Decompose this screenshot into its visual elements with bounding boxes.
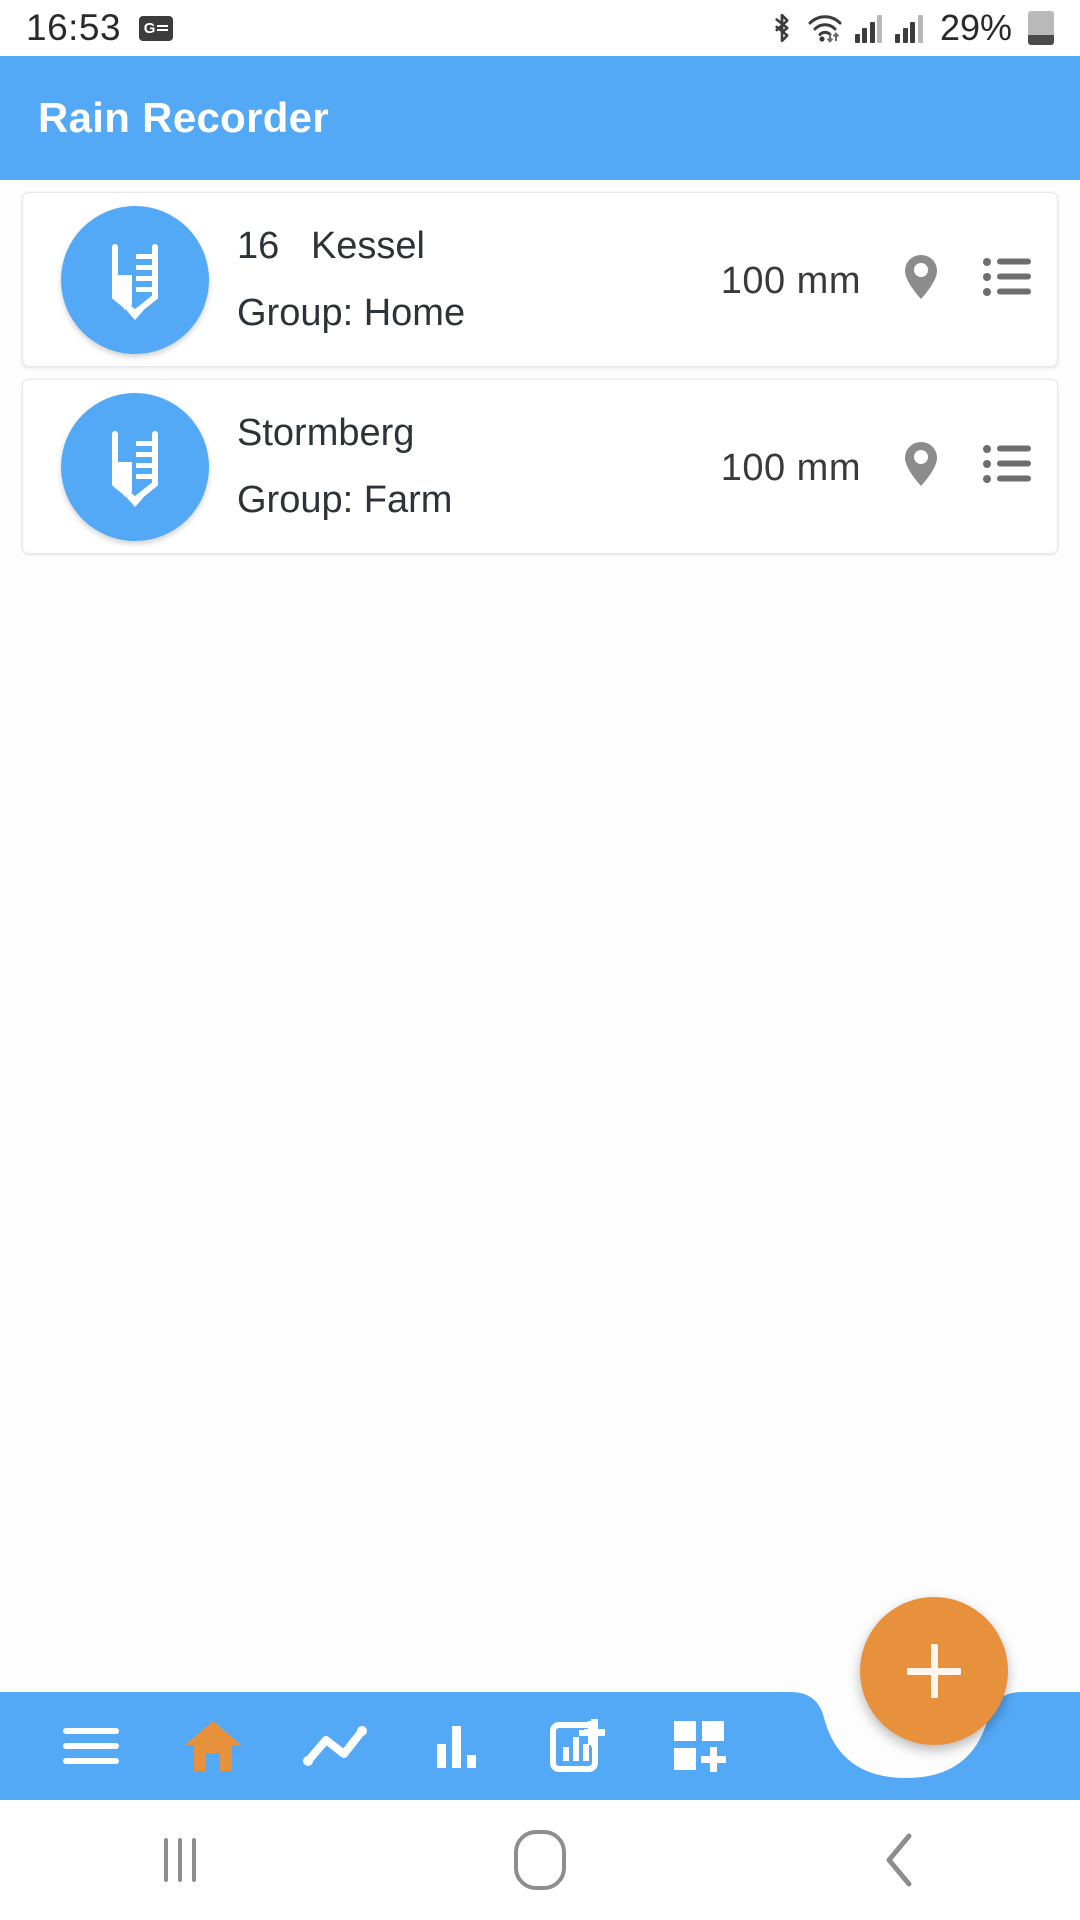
list-item-actions: 100 mm <box>721 251 1033 309</box>
list-item-text: 16 Kessel Group: Home <box>237 225 721 335</box>
signal-sim1-icon <box>854 13 883 43</box>
list-item-actions: 100 mm <box>721 438 1033 496</box>
bar-chart-icon <box>437 1726 476 1768</box>
home-icon <box>185 1721 241 1771</box>
app-bar: Rain Recorder <box>0 56 1080 180</box>
plus-icon <box>907 1644 961 1698</box>
wifi-icon <box>808 13 842 43</box>
status-bar-left: 16:53 G <box>26 7 174 49</box>
avatar <box>61 205 209 354</box>
gauge-capacity: 100 mm <box>720 446 861 489</box>
hamburger-menu-icon <box>63 1728 119 1764</box>
home-button-icon <box>514 1830 566 1890</box>
phone-screen: 16:53 G 29% Rain Recorder 16 Kessel Grou… <box>0 0 1080 1920</box>
sidebar-item-home[interactable] <box>152 1692 274 1800</box>
recents-button[interactable] <box>0 1838 360 1882</box>
recents-icon <box>164 1838 196 1882</box>
list-item[interactable]: 16 Kessel Group: Home 100 mm <box>22 192 1058 367</box>
grid-plus-icon <box>674 1721 726 1772</box>
status-bar-right: 29% <box>769 7 1054 49</box>
location-pin-icon[interactable] <box>895 438 947 490</box>
status-bar: 16:53 G 29% <box>0 0 1080 56</box>
line-chart-icon <box>303 1726 367 1766</box>
bluetooth-icon <box>769 12 795 44</box>
list-item-text: Stormberg Group: Farm <box>237 412 721 522</box>
add-gauge-fab[interactable] <box>860 1597 1008 1745</box>
gauge-name: 16 Kessel <box>237 224 425 267</box>
gauge-group: Group: Farm <box>237 478 453 521</box>
gauge-capacity: 100 mm <box>720 259 861 302</box>
rain-gauge-icon <box>112 243 158 320</box>
add-chart-icon <box>550 1719 605 1772</box>
battery-percent-label: 29% <box>939 7 1012 48</box>
page-title: Rain Recorder <box>38 94 329 141</box>
back-icon <box>883 1832 917 1888</box>
list-icon[interactable] <box>981 251 1033 303</box>
back-button[interactable] <box>720 1832 1080 1888</box>
gpay-card-icon: G <box>139 15 174 41</box>
battery-icon <box>1028 11 1054 45</box>
avatar <box>61 392 209 541</box>
home-button[interactable] <box>360 1830 720 1890</box>
sidebar-item-stats[interactable] <box>396 1692 518 1800</box>
list-item[interactable]: Stormberg Group: Farm 100 mm <box>22 379 1058 554</box>
list-icon[interactable] <box>981 438 1033 490</box>
sidebar-item-trend[interactable] <box>274 1692 396 1800</box>
sidebar-item-add-report[interactable] <box>518 1692 640 1800</box>
status-bar-clock: 16:53 <box>26 7 122 48</box>
sidebar-item-add-group[interactable] <box>640 1692 762 1800</box>
signal-sim2-icon <box>895 13 923 43</box>
rain-gauge-icon <box>112 430 158 507</box>
android-system-nav <box>0 1800 1080 1920</box>
location-pin-icon[interactable] <box>895 251 947 303</box>
gauge-name: Stormberg <box>237 411 415 454</box>
gauge-group: Group: Home <box>237 291 466 334</box>
sidebar-item-menu[interactable] <box>30 1692 152 1800</box>
